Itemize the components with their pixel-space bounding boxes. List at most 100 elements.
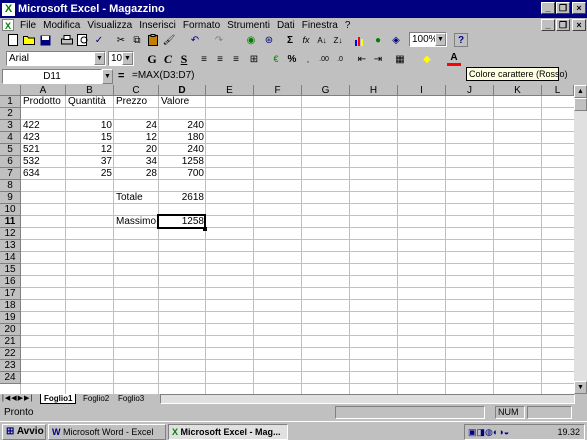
- merge-center-icon[interactable]: ⊞: [247, 52, 261, 66]
- font-color-icon[interactable]: A: [447, 52, 461, 66]
- vertical-scrollbar[interactable]: ▲ ▼: [574, 85, 587, 394]
- cell-quantita[interactable]: 10: [66, 120, 114, 132]
- column-header-c[interactable]: C: [114, 85, 159, 96]
- copy-icon[interactable]: ⧉: [130, 33, 144, 47]
- menu-modifica[interactable]: Modifica: [43, 20, 80, 31]
- decrease-decimal-icon[interactable]: .0: [333, 52, 347, 66]
- task-word[interactable]: W Microsoft Word - Excel: [48, 424, 166, 440]
- hyperlink-icon[interactable]: ⊛: [262, 33, 276, 47]
- row-header-21[interactable]: 21: [0, 336, 21, 348]
- totale-label[interactable]: Totale: [114, 192, 159, 204]
- row-header-1[interactable]: 1: [0, 96, 21, 108]
- column-header-i[interactable]: I: [398, 85, 446, 96]
- cell-quantita[interactable]: 37: [66, 156, 114, 168]
- doc-restore-button[interactable]: ❐: [556, 19, 570, 31]
- restore-button[interactable]: ❐: [556, 2, 570, 14]
- cell-prezzo[interactable]: 20: [114, 144, 159, 156]
- menu-finestra[interactable]: Finestra: [302, 20, 338, 31]
- drawing-icon[interactable]: ◈: [389, 33, 403, 47]
- cell-prezzo[interactable]: 34: [114, 156, 159, 168]
- cell-valore[interactable]: 240: [159, 144, 206, 156]
- sort-ascending-icon[interactable]: A↓: [315, 33, 329, 47]
- borders-icon[interactable]: ▦: [393, 52, 407, 66]
- cell-prodotto[interactable]: 422: [21, 120, 66, 132]
- map-icon[interactable]: ●: [371, 33, 385, 47]
- chart-wizard-icon[interactable]: [353, 33, 367, 47]
- autosum-icon[interactable]: Σ: [283, 33, 297, 47]
- cell-prezzo[interactable]: 24: [114, 120, 159, 132]
- menu-dati[interactable]: Dati: [277, 20, 295, 31]
- font-size-select[interactable]: 10 ▼: [108, 51, 134, 66]
- format-painter-icon[interactable]: 🖌: [162, 33, 176, 47]
- cell-prodotto[interactable]: 532: [21, 156, 66, 168]
- print-icon[interactable]: [60, 33, 74, 47]
- spreadsheet-grid[interactable]: A B C D E F G H I J K L 1 2 3 4 5 6 7 8 9 10 11 12 13 14 15 16 17 18 1…: [0, 85, 574, 394]
- excel-logo-icon[interactable]: X: [2, 2, 15, 16]
- row-header-7[interactable]: 7: [0, 168, 21, 180]
- fill-color-icon[interactable]: ◆: [420, 52, 434, 66]
- cell-prodotto[interactable]: 423: [21, 132, 66, 144]
- minimize-button[interactable]: _: [541, 2, 555, 14]
- currency-icon[interactable]: €: [269, 52, 283, 66]
- row-header-16[interactable]: 16: [0, 276, 21, 288]
- menu-visualizza[interactable]: Visualizza: [87, 20, 132, 31]
- comma-style-icon[interactable]: ,: [301, 52, 315, 66]
- scroll-up-icon[interactable]: ▲: [574, 85, 587, 98]
- row-header-2[interactable]: 2: [0, 108, 21, 120]
- new-icon[interactable]: [6, 33, 20, 47]
- menu-inserisci[interactable]: Inserisci: [139, 20, 176, 31]
- decrease-indent-icon[interactable]: ⇤: [355, 52, 369, 66]
- row-header-9[interactable]: 9: [0, 192, 21, 204]
- zoom-select[interactable]: 100% ▼: [409, 32, 447, 47]
- font-size-dropdown-icon[interactable]: ▼: [122, 52, 133, 65]
- column-header-h[interactable]: H: [350, 85, 398, 96]
- row-header-8[interactable]: 8: [0, 180, 21, 192]
- row-header-10[interactable]: 10: [0, 204, 21, 216]
- column-header-b[interactable]: B: [66, 85, 114, 96]
- column-header-l[interactable]: L: [542, 85, 574, 96]
- tab-scroll-icon[interactable]: |◀◀▶▶|: [2, 394, 33, 404]
- row-header-17[interactable]: 17: [0, 288, 21, 300]
- align-left-icon[interactable]: ≡: [197, 52, 211, 66]
- fill-handle[interactable]: [203, 227, 207, 231]
- font-dropdown-icon[interactable]: ▼: [94, 52, 105, 65]
- menu-formato[interactable]: Formato: [183, 20, 220, 31]
- bold-button[interactable]: G: [145, 52, 159, 66]
- task-excel[interactable]: X Microsoft Excel - Mag...: [168, 424, 288, 440]
- doc-minimize-button[interactable]: _: [541, 19, 555, 31]
- row-header-23[interactable]: 23: [0, 360, 21, 372]
- column-header-a[interactable]: A: [21, 85, 66, 96]
- zoom-dropdown-icon[interactable]: ▼: [435, 33, 446, 46]
- percent-button[interactable]: %: [285, 52, 299, 66]
- row-header-18[interactable]: 18: [0, 300, 21, 312]
- spelling-icon[interactable]: ✓: [92, 33, 106, 47]
- formula-input[interactable]: =MAX(D3:D7): [132, 70, 195, 81]
- cell-quantita[interactable]: 25: [66, 168, 114, 180]
- align-center-icon[interactable]: ≡: [213, 52, 227, 66]
- row-header-5[interactable]: 5: [0, 144, 21, 156]
- menu-strumenti[interactable]: Strumenti: [227, 20, 270, 31]
- close-button[interactable]: ×: [572, 2, 586, 14]
- open-icon[interactable]: [22, 33, 36, 47]
- horizontal-scrollbar[interactable]: [160, 394, 575, 404]
- header-prezzo[interactable]: Prezzo: [114, 96, 159, 108]
- column-header-d[interactable]: D: [159, 85, 206, 96]
- sheet-tab-foglio1[interactable]: Foglio1: [40, 394, 77, 404]
- row-header-15[interactable]: 15: [0, 264, 21, 276]
- cell-valore[interactable]: 240: [159, 120, 206, 132]
- web-toolbar-icon[interactable]: ◉: [244, 33, 258, 47]
- scroll-down-icon[interactable]: ▼: [574, 381, 587, 394]
- sort-descending-icon[interactable]: Z↓: [331, 33, 345, 47]
- redo-icon[interactable]: ↷: [212, 33, 226, 47]
- row-header-12[interactable]: 12: [0, 228, 21, 240]
- paste-icon[interactable]: [146, 33, 160, 47]
- help-icon[interactable]: ?: [454, 33, 468, 47]
- row-header-24[interactable]: 24: [0, 372, 21, 384]
- totale-value[interactable]: 2618: [159, 192, 206, 204]
- save-icon[interactable]: [38, 33, 52, 47]
- row-header-6[interactable]: 6: [0, 156, 21, 168]
- header-valore[interactable]: Valore: [159, 96, 206, 108]
- header-quantita[interactable]: Quantità: [66, 96, 114, 108]
- row-header-13[interactable]: 13: [0, 240, 21, 252]
- column-header-f[interactable]: F: [254, 85, 302, 96]
